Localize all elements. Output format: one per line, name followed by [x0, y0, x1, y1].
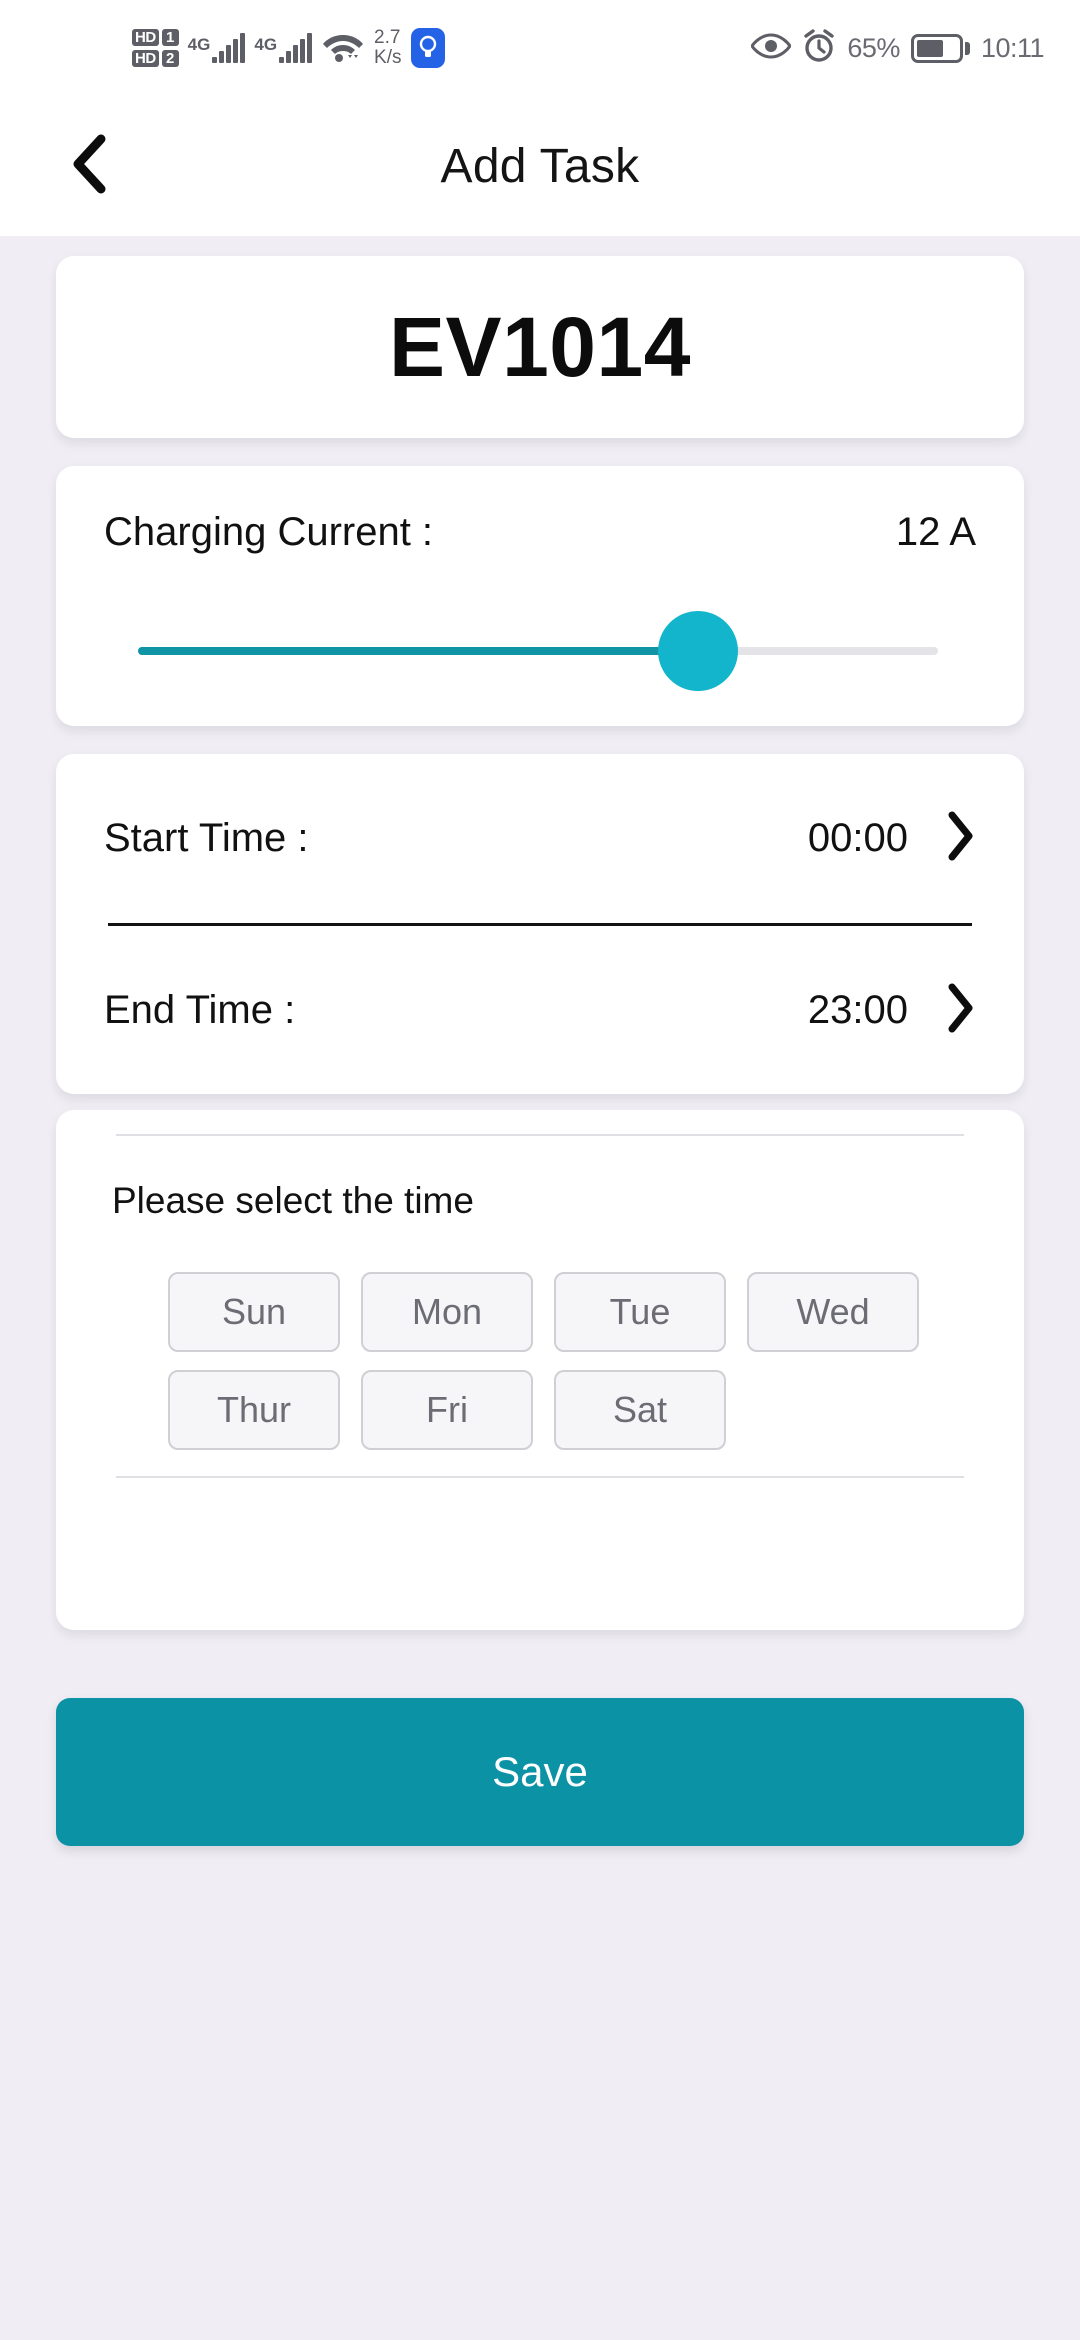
status-bar-clock: 10:11 [980, 32, 1045, 63]
day-chips-row-2: Thur Fri Sat [168, 1370, 980, 1450]
day-chips-grid: Sun Mon Tue Wed Thur Fri Sat [100, 1272, 980, 1450]
start-time-label: Start Time : [104, 816, 309, 860]
sim-number-1: 1 [161, 29, 179, 46]
hd-badge-2: HD [132, 50, 159, 67]
device-name: EV1014 [389, 299, 691, 394]
charging-current-card: Charging Current : 12 A [56, 466, 1024, 726]
day-chip-fri[interactable]: Fri [361, 1370, 533, 1450]
chevron-left-icon [68, 133, 114, 200]
day-chips-row-1: Sun Mon Tue Wed [168, 1272, 980, 1352]
page-title: Add Task [440, 139, 640, 193]
dual-sim-indicator: HD 1 HD 2 [132, 29, 179, 67]
network-type-label-2: 4G [254, 35, 278, 54]
device-name-card: EV1014 [56, 256, 1024, 438]
data-speed-indicator: 2.7 K/s [374, 28, 401, 68]
end-time-right: 23:00 [808, 982, 976, 1039]
day-selection-card: Please select the time Sun Mon Tue Wed T… [56, 1110, 1024, 1630]
day-card-top-divider [116, 1134, 964, 1136]
charging-current-label: Charging Current : [104, 510, 434, 554]
data-speed-unit: K/s [374, 47, 402, 68]
chevron-right-icon [946, 810, 976, 867]
lightbulb-icon [410, 28, 445, 68]
select-time-hint: Please select the time [112, 1180, 474, 1221]
status-bar-right: 65% 10:11 [750, 28, 1056, 68]
day-chip-mon[interactable]: Mon [361, 1272, 533, 1352]
battery-fill [916, 39, 943, 57]
save-button[interactable]: Save [56, 1698, 1024, 1846]
sim2-row: HD 2 [132, 50, 179, 67]
data-speed-value: 2.7 [374, 27, 401, 48]
end-time-value: 23:00 [807, 988, 908, 1032]
time-settings-card: Start Time : 00:00 End Time : 23:00 [56, 754, 1024, 1094]
end-time-row[interactable]: End Time : 23:00 [104, 926, 976, 1095]
battery-icon [910, 33, 970, 63]
hd-badge-1: HD [132, 29, 159, 46]
network-type-label-1: 4G [187, 35, 211, 54]
day-card-bottom-divider [116, 1476, 964, 1478]
alarm-clock-icon [802, 28, 836, 68]
chevron-right-icon [946, 982, 976, 1039]
status-bar: HD 1 HD 2 4G 4G 2.7 K/s 65% 10:11 [0, 0, 1080, 96]
eye-comfort-icon [750, 32, 793, 65]
battery-cap [964, 41, 970, 55]
charging-current-value: 12 A [895, 510, 976, 554]
sim-number-2: 2 [161, 50, 179, 67]
charging-current-header: Charging Current : 12 A [104, 510, 976, 555]
day-chip-sun[interactable]: Sun [168, 1272, 340, 1352]
signal-bars-icon-1 [212, 33, 246, 63]
day-chip-wed[interactable]: Wed [747, 1272, 919, 1352]
back-button[interactable] [46, 121, 136, 211]
signal-bars-icon-2 [279, 33, 313, 63]
start-time-right: 00:00 [808, 810, 976, 867]
wifi-icon [321, 29, 365, 68]
app-bar: Add Task [0, 96, 1080, 236]
sim1-row: HD 1 [132, 29, 179, 46]
day-chip-thur[interactable]: Thur [168, 1370, 340, 1450]
status-bar-left: HD 1 HD 2 4G 4G 2.7 K/s [24, 28, 445, 68]
battery-percentage: 65% [847, 32, 900, 63]
start-time-row[interactable]: Start Time : 00:00 [104, 754, 976, 923]
start-time-value: 00:00 [807, 816, 908, 860]
end-time-label: End Time : [104, 988, 296, 1032]
day-chip-tue[interactable]: Tue [554, 1272, 726, 1352]
slider-thumb[interactable] [658, 611, 738, 691]
day-chip-sat[interactable]: Sat [554, 1370, 726, 1450]
slider-fill [138, 647, 698, 655]
battery-body [910, 33, 963, 63]
charging-current-slider[interactable] [104, 611, 976, 691]
signal-indicator-2: 4G [254, 33, 313, 63]
signal-indicator-1: 4G [188, 33, 246, 63]
